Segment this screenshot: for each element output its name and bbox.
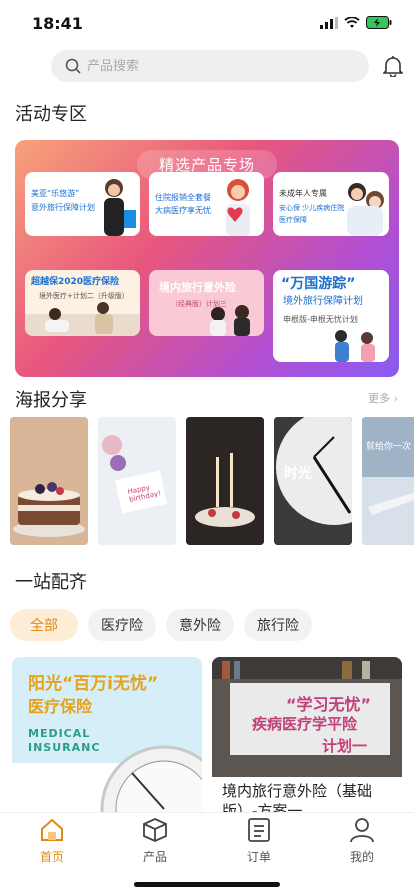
status-time: 18:41 (32, 14, 83, 33)
banner-card-domestic-travel[interactable]: 境内旅行意外险 （经典版）计划三 (149, 270, 264, 336)
poster-carousel[interactable]: Happy birthday! 时光 就给你一次 (10, 417, 414, 545)
cake-image (10, 417, 88, 545)
poster-cake-candles[interactable] (186, 417, 264, 545)
section-title-posters: 海报分享 (15, 390, 87, 411)
chevron-right-icon: › (393, 392, 398, 405)
activity-banner[interactable]: 精选产品专场 美亚“乐悠游” 意外旅行保障计划 住院报销全套餐 大病医疗享无忧 … (15, 140, 399, 377)
couple-illustration (210, 305, 250, 336)
home-indicator (134, 882, 280, 887)
tourists-illustration (335, 330, 375, 362)
poster-birthday-cake[interactable] (10, 417, 88, 545)
profile-icon (350, 818, 374, 843)
tab-home[interactable]: 首页 (22, 817, 82, 865)
stethoscope-gauge-illustration (100, 745, 202, 817)
banner-card-children-insurance[interactable]: 未成年人专属 安心保 少儿疾病住院医疗保障 (273, 172, 389, 236)
candles-image (186, 417, 264, 545)
search-input[interactable] (87, 58, 327, 74)
banner-card-travel-accident[interactable]: 美亚“乐悠游” 意外旅行保障计划 (25, 172, 140, 236)
search-row (0, 50, 414, 84)
tab-profile[interactable]: 我的 (332, 817, 392, 865)
wifi-icon (344, 16, 360, 28)
category-chips: 全部 医疗险 意外险 旅行险 (10, 609, 312, 641)
poster-birthday-card[interactable]: Happy birthday! (98, 417, 176, 545)
section-title-one-stop: 一站配齐 (15, 572, 87, 593)
search-icon (65, 58, 81, 74)
home-icon (41, 818, 63, 841)
product-box-icon (143, 818, 167, 842)
family-illustration (347, 183, 384, 236)
chip-medical[interactable]: 医疗险 (88, 609, 156, 641)
banner-card-overseas-travel[interactable]: “万国游踪” 境外旅行保障计划 申根版-申根无忧计划 (273, 270, 389, 362)
status-icons (320, 16, 392, 29)
posters-more-link[interactable]: 更多 › (368, 390, 398, 406)
search-box[interactable] (51, 50, 369, 82)
doctor-heart-illustration (226, 179, 250, 236)
product-card-sunshine-medical[interactable]: 阳光“百万i无忧” 医疗保险 MEDICAL INSURANC (12, 657, 202, 817)
banner-card-hospital-package[interactable]: 住院报销全套餐 大病医疗享无忧 (149, 172, 264, 236)
product-card-study-worry-free[interactable]: “学习无忧” 疾病医疗学平险 计划一 境内旅行意外险（基础版）-方案一 (212, 657, 402, 817)
traveler-woman-illustration (104, 179, 136, 236)
status-bar: 18:41 (0, 0, 414, 48)
family-living-room-illustration (25, 302, 140, 336)
signal-icon (320, 16, 338, 29)
bell-icon[interactable] (383, 55, 403, 77)
tab-orders[interactable]: 订单 (229, 817, 289, 865)
chip-travel[interactable]: 旅行险 (244, 609, 312, 641)
poster-airplane[interactable]: 就给你一次 (362, 417, 414, 545)
tab-products[interactable]: 产品 (125, 817, 185, 865)
airplane-image (362, 417, 414, 545)
chip-all[interactable]: 全部 (10, 609, 78, 641)
banner-card-chaoyue-medical[interactable]: 超越保2020医疗保险 境外医疗+计划二（升级版） (25, 270, 140, 336)
chip-accident[interactable]: 意外险 (166, 609, 234, 641)
battery-charging-icon (366, 16, 392, 29)
poster-clock[interactable]: 时光 (274, 417, 352, 545)
order-list-icon (248, 818, 270, 842)
section-title-activities: 活动专区 (15, 104, 87, 125)
